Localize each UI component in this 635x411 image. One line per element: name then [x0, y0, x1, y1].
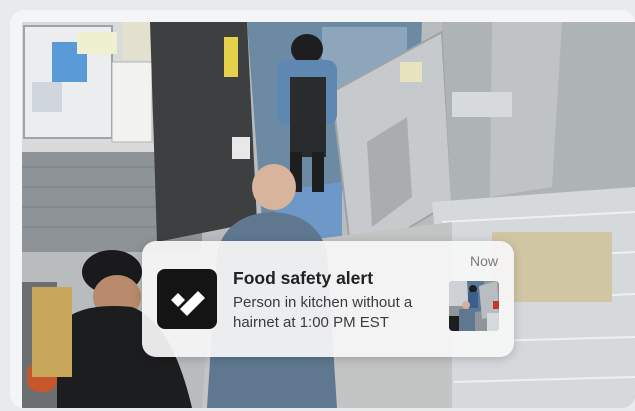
notification-message: Person in kitchen without a hairnet at 1…	[233, 294, 413, 331]
notification-thumbnail[interactable]	[449, 281, 499, 331]
notification-title: Food safety alert	[233, 268, 374, 288]
kitchen-snapshot-image	[449, 281, 499, 331]
notification-timestamp: Now	[469, 253, 498, 269]
food-safety-notification[interactable]: Food safety alert Person in kitchen with…	[142, 241, 514, 357]
app-logo-icon	[157, 269, 217, 329]
